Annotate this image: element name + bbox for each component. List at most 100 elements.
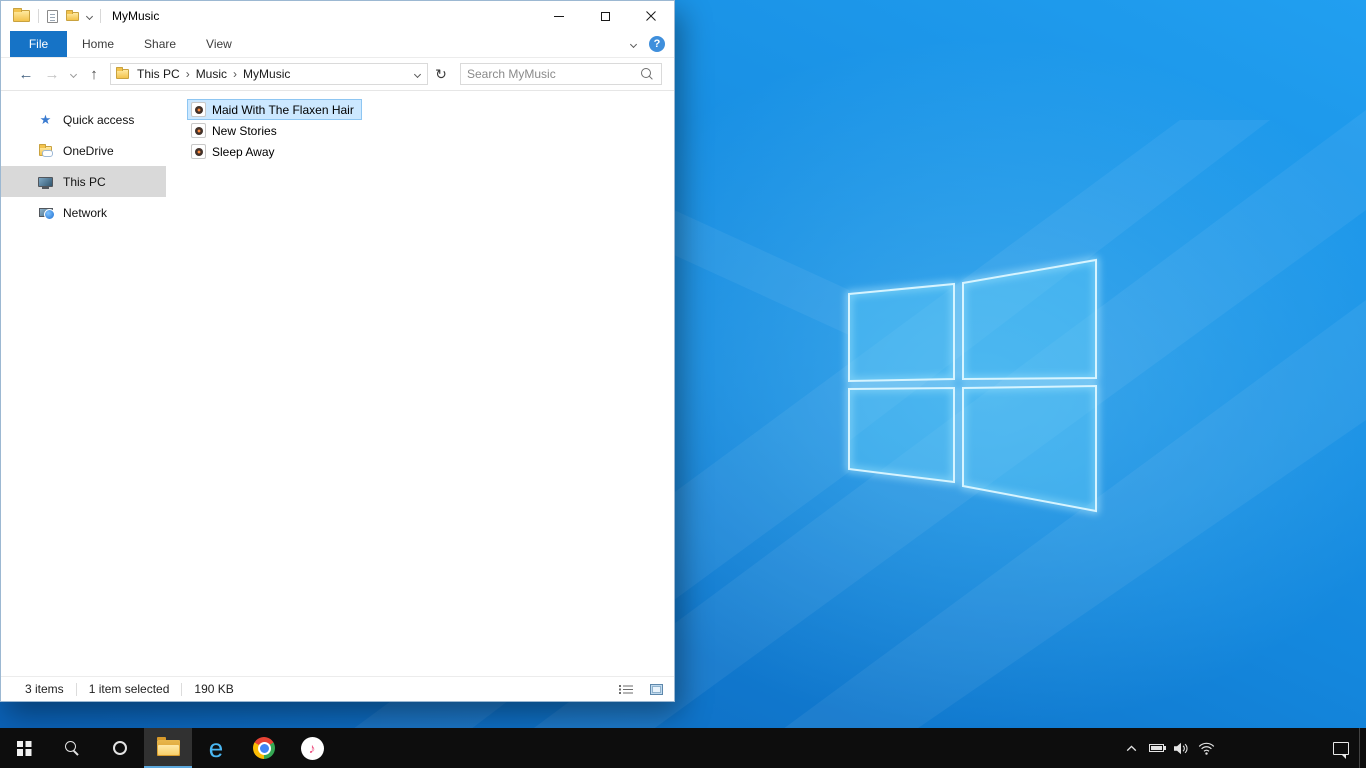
network-computer-icon xyxy=(38,208,55,220)
action-center-icon xyxy=(1333,741,1349,759)
navigation-pane: ★ Quick access OneDrive This PC Network xyxy=(1,91,166,676)
taskbar-internet-explorer-button[interactable]: e xyxy=(192,728,240,768)
large-icons-view-button[interactable] xyxy=(647,681,666,698)
status-divider xyxy=(75,682,77,696)
system-tray xyxy=(1119,728,1366,768)
maximize-icon xyxy=(600,11,610,21)
tray-hidden-icons-button[interactable] xyxy=(1119,728,1144,768)
minimize-icon xyxy=(554,15,564,17)
toolbar-divider xyxy=(38,9,39,23)
file-item[interactable]: Sleep Away xyxy=(187,141,283,162)
chevron-down-icon xyxy=(413,70,421,78)
tray-network-button[interactable] xyxy=(1194,728,1219,768)
window-title: MyMusic xyxy=(112,9,160,23)
wifi-icon xyxy=(1198,742,1215,755)
speaker-icon xyxy=(1174,742,1188,754)
search-box xyxy=(460,63,662,85)
tab-share[interactable]: Share xyxy=(129,31,191,57)
status-divider xyxy=(181,682,183,696)
help-button[interactable]: ? xyxy=(649,36,665,52)
breadcrumb-music[interactable]: Music xyxy=(191,65,232,83)
address-bar[interactable]: This PC › Music › MyMusic xyxy=(110,63,428,85)
chevron-down-icon xyxy=(69,70,78,78)
file-item[interactable]: Maid With The Flaxen Hair xyxy=(187,99,362,120)
tray-battery-button[interactable] xyxy=(1144,728,1169,768)
toolbar-divider xyxy=(100,9,101,23)
battery-icon xyxy=(1149,744,1166,752)
tab-home[interactable]: Home xyxy=(67,31,129,57)
new-folder-icon[interactable] xyxy=(66,9,79,21)
back-button[interactable]: ← xyxy=(13,61,39,87)
recent-locations-chevron-icon[interactable] xyxy=(65,61,82,87)
sidebar-item-this-pc[interactable]: This PC xyxy=(1,166,166,197)
onedrive-folder-icon xyxy=(39,143,53,157)
ribbon-tab-bar: File Home Share View ? xyxy=(1,31,674,58)
file-name: New Stories xyxy=(212,123,277,138)
details-view-button[interactable] xyxy=(616,681,635,698)
maximize-button[interactable] xyxy=(582,1,628,31)
file-item[interactable]: New Stories xyxy=(187,120,285,141)
search-input[interactable] xyxy=(461,67,641,81)
main-area: ★ Quick access OneDrive This PC Network … xyxy=(1,91,674,676)
audio-file-icon xyxy=(191,102,206,117)
computer-icon xyxy=(38,176,53,189)
breadcrumb-mymusic[interactable]: MyMusic xyxy=(238,65,295,83)
sidebar-item-label: This PC xyxy=(63,174,106,189)
show-desktop-button[interactable] xyxy=(1359,728,1366,768)
expand-ribbon-chevron-icon[interactable] xyxy=(629,40,638,48)
itunes-icon: ♪ xyxy=(300,736,324,760)
up-button[interactable]: ↑ xyxy=(82,61,106,87)
action-center-button[interactable] xyxy=(1323,728,1359,768)
file-name: Sleep Away xyxy=(212,144,275,159)
taskbar-search-button[interactable] xyxy=(48,728,96,768)
explorer-icon xyxy=(13,8,30,22)
title-bar: MyMusic xyxy=(1,1,674,31)
cortana-icon xyxy=(113,741,127,755)
selection-size: 190 KB xyxy=(194,682,234,696)
taskbar-itunes-button[interactable]: ♪ xyxy=(288,728,336,768)
onedrive-icon xyxy=(37,143,54,157)
audio-file-icon xyxy=(191,123,206,138)
properties-icon[interactable] xyxy=(47,9,58,23)
windows-start-icon xyxy=(16,740,32,756)
search-icon xyxy=(64,740,80,756)
sidebar-item-quick-access[interactable]: ★ Quick access xyxy=(1,104,166,135)
star-glyph: ★ xyxy=(39,112,52,127)
status-bar: 3 items 1 item selected 190 KB xyxy=(1,676,674,701)
file-explorer-window: MyMusic File Home Share View ? ← → ↑ Thi… xyxy=(0,0,675,702)
quick-access-star-icon: ★ xyxy=(37,113,54,126)
quick-access-toolbar: MyMusic xyxy=(1,8,536,23)
internet-explorer-icon: e xyxy=(208,733,224,763)
sidebar-item-label: OneDrive xyxy=(63,143,114,158)
sidebar-item-network[interactable]: Network xyxy=(1,197,166,228)
taskbar-start-button[interactable] xyxy=(0,728,48,768)
details-view-icon xyxy=(618,684,633,694)
tab-view[interactable]: View xyxy=(191,31,247,57)
taskbar-chrome-button[interactable] xyxy=(240,728,288,768)
close-icon xyxy=(646,11,656,21)
navigation-bar: ← → ↑ This PC › Music › MyMusic ↻ xyxy=(1,58,674,91)
large-icons-view-icon xyxy=(650,683,663,695)
chrome-icon xyxy=(253,737,275,759)
taskbar-cortana-button[interactable] xyxy=(96,728,144,768)
refresh-button[interactable]: ↻ xyxy=(428,61,454,87)
tray-volume-button[interactable] xyxy=(1169,728,1194,768)
audio-file-icon xyxy=(191,144,206,159)
taskbar-file-explorer-button[interactable] xyxy=(144,728,192,768)
file-explorer-icon xyxy=(156,737,180,756)
customize-toolbar-chevron-icon[interactable] xyxy=(85,12,94,20)
network-icon xyxy=(37,208,55,220)
tab-file[interactable]: File xyxy=(10,31,67,57)
breadcrumb-this-pc[interactable]: This PC xyxy=(132,65,185,83)
search-icon[interactable] xyxy=(641,67,654,81)
sidebar-item-label: Network xyxy=(63,205,108,220)
close-button[interactable] xyxy=(628,1,674,31)
address-dropdown-button[interactable] xyxy=(407,64,427,84)
forward-button[interactable]: → xyxy=(39,61,65,87)
sidebar-item-onedrive[interactable]: OneDrive xyxy=(1,135,166,166)
item-count: 3 items xyxy=(25,682,64,696)
file-name: Maid With The Flaxen Hair xyxy=(212,102,354,117)
sidebar-item-label: Quick access xyxy=(63,112,135,127)
minimize-button[interactable] xyxy=(536,1,582,31)
music-note-glyph: ♪ xyxy=(308,740,316,756)
